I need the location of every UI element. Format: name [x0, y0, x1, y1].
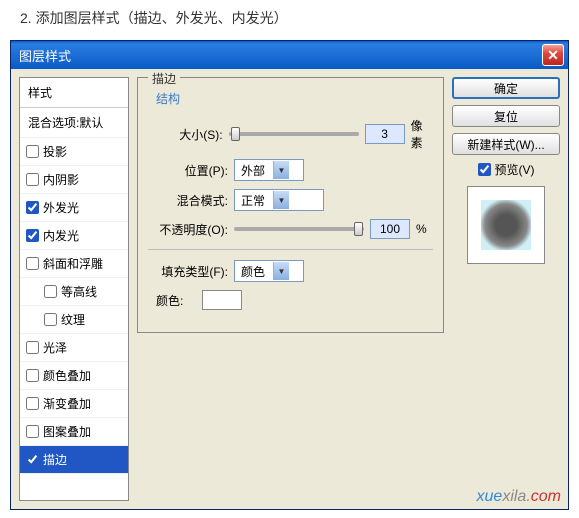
blend-row: 混合模式: 正常 ▼	[148, 189, 433, 211]
style-checkbox-6[interactable]	[44, 313, 57, 326]
style-label-3: 内发光	[43, 227, 79, 244]
opacity-slider-thumb[interactable]	[354, 222, 363, 236]
size-label: 大小(S):	[148, 126, 223, 143]
color-label: 颜色:	[156, 292, 196, 309]
preview-box	[467, 186, 545, 264]
style-checkbox-10[interactable]	[26, 425, 39, 438]
reset-button[interactable]: 复位	[452, 105, 560, 127]
close-icon: ✕	[547, 47, 559, 64]
filltype-label: 填充类型(F):	[148, 263, 228, 280]
opacity-label: 不透明度(O):	[148, 221, 228, 238]
style-item-5[interactable]: 等高线	[20, 278, 128, 306]
style-label-8: 颜色叠加	[43, 367, 91, 384]
stroke-fieldset: 描边 结构 大小(S): 像素 位置(P): 外部 ▼ 混合模式:	[137, 77, 444, 333]
opacity-unit: %	[416, 222, 427, 236]
color-row: 颜色:	[148, 290, 433, 310]
style-checkbox-7[interactable]	[26, 341, 39, 354]
style-label-6: 纹理	[61, 311, 85, 328]
size-unit: 像素	[411, 117, 433, 151]
opacity-slider[interactable]	[234, 227, 364, 231]
style-label-7: 光泽	[43, 339, 67, 356]
titlebar: 图层样式 ✕	[11, 41, 568, 69]
style-checkbox-3[interactable]	[26, 229, 39, 242]
preview-checkbox[interactable]	[478, 163, 491, 176]
preview-label: 预览(V)	[495, 161, 535, 178]
divider	[148, 249, 433, 250]
style-item-7[interactable]: 光泽	[20, 334, 128, 362]
position-select[interactable]: 外部 ▼	[234, 159, 304, 181]
instruction-text: 2. 添加图层样式（描边、外发光、内发光）	[0, 0, 579, 40]
styles-header[interactable]: 样式	[20, 78, 128, 108]
style-checkbox-8[interactable]	[26, 369, 39, 382]
size-slider-thumb[interactable]	[231, 127, 240, 141]
style-checkbox-11[interactable]	[26, 453, 39, 466]
style-item-11[interactable]: 描边	[20, 446, 128, 474]
style-checkbox-0[interactable]	[26, 145, 39, 158]
style-checkbox-4[interactable]	[26, 257, 39, 270]
watermark-part1: xue	[477, 488, 503, 505]
chevron-down-icon: ▼	[273, 262, 289, 280]
watermark-part3: com	[531, 488, 561, 505]
position-row: 位置(P): 外部 ▼	[148, 159, 433, 181]
style-label-10: 图案叠加	[43, 423, 91, 440]
main-panel: 描边 结构 大小(S): 像素 位置(P): 外部 ▼ 混合模式:	[137, 77, 444, 501]
style-checkbox-5[interactable]	[44, 285, 57, 298]
style-item-6[interactable]: 纹理	[20, 306, 128, 334]
dialog-title: 图层样式	[19, 46, 542, 65]
blend-options-default[interactable]: 混合选项:默认	[20, 108, 128, 138]
filltype-value: 颜色	[241, 263, 265, 280]
layer-style-dialog: 图层样式 ✕ 样式 混合选项:默认 投影内阴影外发光内发光斜面和浮雕等高线纹理光…	[10, 40, 569, 510]
structure-subtitle: 结构	[156, 90, 433, 107]
chevron-down-icon: ▼	[273, 191, 289, 209]
close-button[interactable]: ✕	[542, 44, 564, 66]
ok-button[interactable]: 确定	[452, 77, 560, 99]
style-label-2: 外发光	[43, 199, 79, 216]
style-label-5: 等高线	[61, 283, 97, 300]
style-checkbox-2[interactable]	[26, 201, 39, 214]
blend-select[interactable]: 正常 ▼	[234, 189, 324, 211]
new-style-button[interactable]: 新建样式(W)...	[452, 133, 560, 155]
style-item-4[interactable]: 斜面和浮雕	[20, 250, 128, 278]
color-swatch[interactable]	[202, 290, 242, 310]
style-item-8[interactable]: 颜色叠加	[20, 362, 128, 390]
size-row: 大小(S): 像素	[148, 117, 433, 151]
opacity-row: 不透明度(O): %	[148, 219, 433, 239]
preview-thumbnail	[481, 200, 531, 250]
position-value: 外部	[241, 162, 265, 179]
style-item-1[interactable]: 内阴影	[20, 166, 128, 194]
style-item-3[interactable]: 内发光	[20, 222, 128, 250]
chevron-down-icon: ▼	[273, 161, 289, 179]
opacity-input[interactable]	[370, 219, 410, 239]
style-item-0[interactable]: 投影	[20, 138, 128, 166]
style-checkbox-1[interactable]	[26, 173, 39, 186]
watermark: xuexila.com	[477, 488, 561, 506]
watermark-part2: xila.	[502, 488, 530, 505]
blend-label: 混合模式:	[148, 192, 228, 209]
position-label: 位置(P):	[148, 162, 228, 179]
style-label-9: 渐变叠加	[43, 395, 91, 412]
style-item-2[interactable]: 外发光	[20, 194, 128, 222]
filltype-row: 填充类型(F): 颜色 ▼	[148, 260, 433, 282]
preview-checkbox-row[interactable]: 预览(V)	[452, 161, 560, 178]
style-checkbox-9[interactable]	[26, 397, 39, 410]
style-label-0: 投影	[43, 143, 67, 160]
right-panel: 确定 复位 新建样式(W)... 预览(V)	[452, 77, 560, 501]
style-label-4: 斜面和浮雕	[43, 255, 103, 272]
style-label-11: 描边	[43, 451, 67, 468]
filltype-select[interactable]: 颜色 ▼	[234, 260, 304, 282]
stroke-legend: 描边	[148, 70, 180, 87]
blend-value: 正常	[241, 192, 265, 209]
style-item-10[interactable]: 图案叠加	[20, 418, 128, 446]
style-item-9[interactable]: 渐变叠加	[20, 390, 128, 418]
styles-panel: 样式 混合选项:默认 投影内阴影外发光内发光斜面和浮雕等高线纹理光泽颜色叠加渐变…	[19, 77, 129, 501]
size-slider[interactable]	[229, 132, 359, 136]
dialog-body: 样式 混合选项:默认 投影内阴影外发光内发光斜面和浮雕等高线纹理光泽颜色叠加渐变…	[11, 69, 568, 509]
style-label-1: 内阴影	[43, 171, 79, 188]
size-input[interactable]	[365, 124, 405, 144]
